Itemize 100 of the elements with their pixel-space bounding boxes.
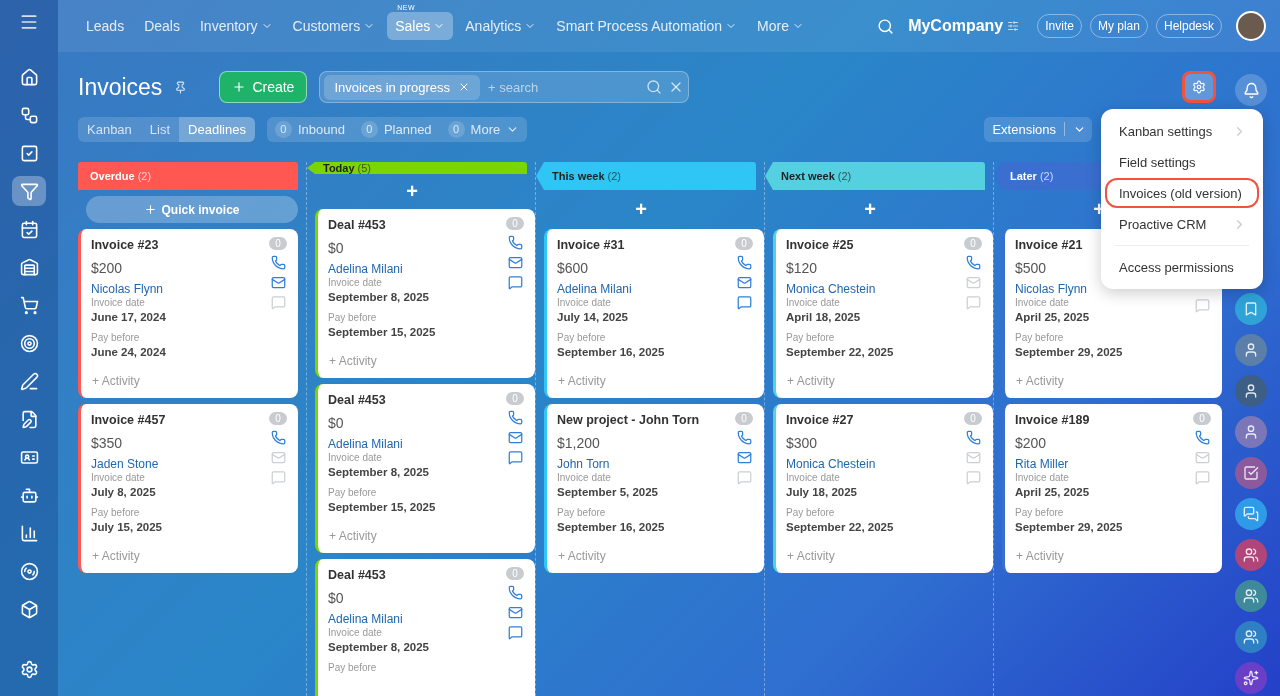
search-field[interactable]: Invoices in progress + search xyxy=(319,71,690,103)
sliders-icon[interactable] xyxy=(1007,20,1020,32)
nav-tab[interactable]: Inventory xyxy=(191,12,281,40)
quick-invoice-button[interactable]: Quick invoice xyxy=(86,196,298,223)
menu-item[interactable]: Kanban settings xyxy=(1105,116,1259,146)
extensions-button[interactable]: Extensions xyxy=(984,116,1092,142)
nav-tab[interactable]: Customers xyxy=(284,12,384,40)
pin-icon[interactable] xyxy=(174,80,188,94)
search-icon[interactable] xyxy=(877,17,895,35)
chat-icon[interactable] xyxy=(1235,498,1267,530)
page-title: Invoices xyxy=(78,73,163,101)
phone-icon[interactable] xyxy=(965,430,981,445)
contact-link[interactable]: Rita Miller xyxy=(1015,457,1069,471)
plus-icon xyxy=(232,80,247,94)
add-button[interactable]: + xyxy=(405,180,419,203)
nav-tab[interactable]: Smart Process Automation xyxy=(548,12,746,40)
counter-filter[interactable]: 0 More xyxy=(439,120,528,138)
mail-icon[interactable] xyxy=(736,275,752,290)
contact-link[interactable]: Nicolas Flynn xyxy=(91,282,164,296)
nav-tab[interactable]: More xyxy=(749,12,812,40)
phone-icon[interactable] xyxy=(507,585,523,600)
phone-icon[interactable] xyxy=(270,255,286,270)
company-name[interactable]: MyCompany xyxy=(908,17,1004,35)
task-icon[interactable] xyxy=(1235,457,1267,489)
contact-link[interactable]: Adelina Milani xyxy=(328,612,403,626)
field-label: Pay before xyxy=(786,332,835,343)
add-activity-link[interactable]: + Activity xyxy=(558,374,606,388)
add-activity-link[interactable]: + Activity xyxy=(329,354,377,368)
counter-filter[interactable]: 0 Inbound xyxy=(266,120,353,138)
view-tab[interactable]: List xyxy=(140,116,180,142)
chat-icon[interactable] xyxy=(507,450,523,465)
bookmark-icon[interactable] xyxy=(1235,293,1267,325)
nav-tab[interactable]: Leads xyxy=(78,12,133,40)
contact-link[interactable]: Adelina Milani xyxy=(557,282,632,296)
phone-icon[interactable] xyxy=(507,235,523,250)
add-activity-link[interactable]: + Activity xyxy=(558,549,606,563)
card-title: Invoice #31 xyxy=(557,238,625,252)
phone-icon[interactable] xyxy=(736,430,752,445)
add-activity-link[interactable]: + Activity xyxy=(1016,374,1064,388)
search-icon[interactable] xyxy=(646,79,663,95)
phone-icon[interactable] xyxy=(965,255,981,270)
chat-icon[interactable] xyxy=(736,295,752,310)
contact-link[interactable]: Monica Chestein xyxy=(786,457,876,471)
add-activity-link[interactable]: + Activity xyxy=(787,374,835,388)
add-activity-link[interactable]: + Activity xyxy=(1016,549,1064,563)
card-title: New project - John Torn xyxy=(557,413,700,427)
menu-icon[interactable] xyxy=(19,12,39,32)
avatar-icon[interactable] xyxy=(1235,416,1267,448)
field-label: Pay before xyxy=(91,507,140,518)
count-label: 0 xyxy=(447,120,465,138)
contact-link[interactable]: Adelina Milani xyxy=(328,437,403,451)
view-tab[interactable]: Kanban xyxy=(78,116,141,142)
contact-link[interactable]: John Torn xyxy=(557,457,610,471)
phone-icon[interactable] xyxy=(270,430,286,445)
mail-icon[interactable] xyxy=(270,275,286,290)
phone-icon[interactable] xyxy=(507,410,523,425)
phone-icon[interactable] xyxy=(1194,430,1210,445)
add-activity-link[interactable]: + Activity xyxy=(329,529,377,543)
add-activity-link[interactable]: + Activity xyxy=(92,374,140,388)
funnel-icon[interactable] xyxy=(12,176,46,206)
mail-icon[interactable] xyxy=(736,450,752,465)
bell-icon[interactable] xyxy=(1235,74,1267,106)
card-title: Invoice #189 xyxy=(1015,413,1090,427)
counter-filter[interactable]: 0 Planned xyxy=(352,120,440,138)
settings-button[interactable] xyxy=(1182,71,1216,103)
card-title: Invoice #23 xyxy=(91,238,159,252)
field-value: July 8, 2025 xyxy=(91,486,156,498)
nav-tab[interactable]: Analytics xyxy=(457,12,545,40)
filter-tag[interactable]: Invoices in progress xyxy=(324,74,481,100)
card-amount: $200 xyxy=(91,260,123,276)
nav-tab[interactable]: Deals xyxy=(136,12,188,40)
mail-icon[interactable] xyxy=(507,430,523,445)
group-icon[interactable] xyxy=(1235,539,1267,571)
group-icon[interactable] xyxy=(1235,621,1267,653)
avatar[interactable] xyxy=(1236,11,1266,41)
mail-icon[interactable] xyxy=(507,255,523,270)
chat-icon[interactable] xyxy=(507,275,523,290)
avatar-icon[interactable] xyxy=(1235,375,1267,407)
phone-icon[interactable] xyxy=(736,255,752,270)
contact-link[interactable]: Monica Chestein xyxy=(786,282,876,296)
view-tab[interactable]: Deadlines xyxy=(179,116,255,142)
contact-link[interactable]: Adelina Milani xyxy=(328,262,403,276)
mail-icon[interactable] xyxy=(507,605,523,620)
add-button[interactable]: + xyxy=(863,196,877,223)
contact-link[interactable]: Jaden Stone xyxy=(91,457,159,471)
group-icon[interactable] xyxy=(1235,580,1267,612)
create-button[interactable]: Create xyxy=(219,71,308,103)
filter-label: Planned xyxy=(383,121,432,137)
avatar-icon[interactable] xyxy=(1235,334,1267,366)
sparkle-icon[interactable] xyxy=(1235,662,1267,694)
field-value: June 24, 2024 xyxy=(91,346,166,358)
field-value: September 22, 2025 xyxy=(786,346,894,358)
chat-icon[interactable] xyxy=(507,625,523,640)
add-activity-link[interactable]: + Activity xyxy=(92,549,140,563)
contact-link[interactable]: Nicolas Flynn xyxy=(1015,282,1088,296)
add-activity-link[interactable]: + Activity xyxy=(787,549,835,563)
menu-item[interactable]: Invoices (old version) xyxy=(1105,178,1259,208)
card-title: Deal #453 xyxy=(328,218,386,232)
card-amount: $350 xyxy=(91,435,123,451)
add-button[interactable]: + xyxy=(634,196,648,223)
